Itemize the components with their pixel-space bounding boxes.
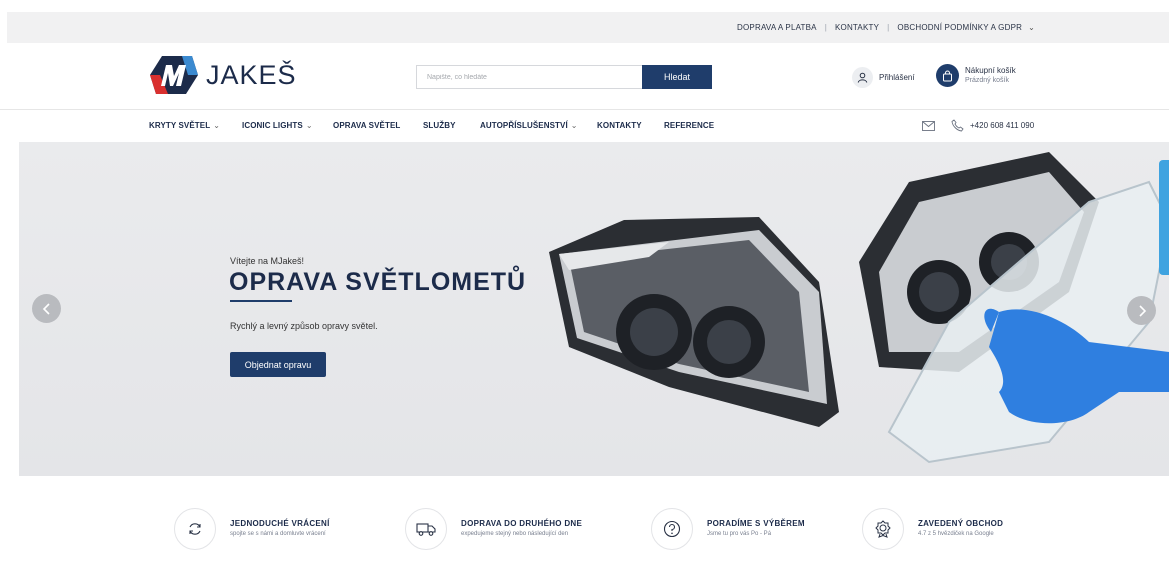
badge-icon	[862, 508, 904, 550]
logo-text: JAKEŠ	[206, 59, 297, 90]
truck-icon	[405, 508, 447, 550]
feature-text: PORADÍME S VÝBĚREM Jsme tu pro vás Po - …	[707, 518, 805, 540]
nav-label: ICONIC LIGHTS	[242, 121, 303, 130]
separator: |	[824, 23, 827, 32]
nav-item-kontakty[interactable]: KONTAKTY	[597, 121, 642, 130]
link-doprava-a-platba[interactable]: DOPRAVA A PLATBA	[737, 23, 817, 32]
nav-item-iconic-lights[interactable]: ICONIC LIGHTS ⌄	[242, 121, 313, 130]
feature-item: PORADÍME S VÝBĚREM Jsme tu pro vás Po - …	[651, 508, 805, 550]
phone-number[interactable]: +420 608 411 090	[970, 121, 1034, 130]
login-link[interactable]: Přihlášení	[852, 67, 915, 88]
feature-text: ZAVEDENÝ OBCHOD 4.7 z 5 hvězdiček na Goo…	[918, 518, 1003, 540]
hero-banner: Vítejte na MJakeš! OPRAVA SVĚTLOMETŮ Ryc…	[19, 142, 1169, 476]
search-bar: Hledat	[416, 65, 712, 89]
nav-label: REFERENCE	[664, 121, 715, 130]
feature-subtitle: expedujeme stejný nebo následující den	[461, 531, 569, 537]
link-obchodni-podminky[interactable]: OBCHODNÍ PODMÍNKY A GDPR	[897, 23, 1022, 32]
chevron-down-icon[interactable]: ⌄	[1028, 23, 1035, 32]
feature-item: DOPRAVA DO DRUHÉHO DNE expedujeme stejný…	[405, 508, 582, 550]
feature-text: JEDNODUCHÉ VRÁCENÍ spojte se s námi a do…	[230, 518, 330, 540]
hero-description: Rychlý a levný způsob opravy světel.	[230, 321, 378, 331]
features-strip: JEDNODUCHÉ VRÁCENÍ spojte se s námi a do…	[0, 500, 1169, 560]
nav-label: AUTOPŘÍSLUŠENSTVÍ	[480, 121, 568, 130]
user-icon	[852, 67, 873, 88]
feature-subtitle: spojte se s námi a domluvte vrácení	[230, 531, 326, 537]
nav-label: KONTAKTY	[597, 121, 642, 130]
cart-link[interactable]: Nákupní košík Prázdný košík	[936, 64, 1016, 87]
logo[interactable]: JAKEŠ	[148, 54, 297, 96]
feature-subtitle: Jsme tu pro vás Po - Pá	[707, 531, 772, 537]
cart-text: Nákupní košík Prázdný košík	[965, 66, 1016, 86]
feature-item: JEDNODUCHÉ VRÁCENÍ spojte se s námi a do…	[174, 508, 330, 550]
login-label: Přihlášení	[879, 73, 915, 82]
chevron-left-icon	[42, 302, 50, 315]
nav-item-oprava-svetel[interactable]: OPRAVA SVĚTEL	[333, 121, 400, 130]
main-nav: KRYTY SVĚTEL ⌄ ICONIC LIGHTS ⌄ OPRAVA SVĚT…	[0, 110, 1169, 142]
feature-title: JEDNODUCHÉ VRÁCENÍ	[230, 519, 330, 528]
search-input[interactable]	[416, 65, 642, 89]
phone-icon	[951, 119, 964, 132]
nav-item-reference[interactable]: REFERENCE	[664, 121, 714, 130]
feature-subtitle: 4.7 z 5 hvězdiček na Google	[918, 531, 994, 537]
chevron-down-icon: ⌄	[570, 121, 578, 130]
cart-status: Prázdný košík	[965, 76, 1009, 84]
slider-next-button[interactable]	[1127, 296, 1156, 325]
cart-title: Nákupní košík	[965, 65, 1016, 75]
order-repair-button[interactable]: Objednat opravu	[230, 352, 326, 377]
nav-item-autoprislusenstvi[interactable]: AUTOPŘÍSLUŠENSTVÍ ⌄	[480, 121, 578, 130]
chevron-right-icon	[1138, 304, 1146, 317]
chevron-down-icon: ⌄	[213, 121, 221, 130]
mail-icon[interactable]	[922, 120, 935, 131]
feature-item: ZAVEDENÝ OBCHOD 4.7 z 5 hvězdiček na Goo…	[862, 508, 1003, 550]
nav-item-kryty-svetel[interactable]: KRYTY SVĚTEL ⌄	[149, 121, 220, 130]
question-icon	[651, 508, 693, 550]
slider-prev-button[interactable]	[32, 294, 61, 323]
separator: |	[887, 23, 890, 32]
hero-title: OPRAVA SVĚTLOMETŮ	[229, 268, 527, 296]
top-links: DOPRAVA A PLATBA | KONTAKTY | OBCHODNÍ P…	[737, 12, 1035, 43]
search-button[interactable]: Hledat	[642, 65, 712, 89]
nav-label: KRYTY SVĚTEL	[149, 121, 211, 130]
feature-title: ZAVEDENÝ OBCHOD	[918, 519, 1004, 528]
feature-text: DOPRAVA DO DRUHÉHO DNE expedujeme stejný…	[461, 518, 582, 540]
nav-contact: +420 608 411 090	[922, 119, 1034, 132]
nav-label: SLUŽBY	[423, 121, 456, 130]
feature-title: DOPRAVA DO DRUHÉHO DNE	[461, 519, 583, 528]
hero-welcome: Vítejte na MJakeš!	[230, 256, 305, 266]
link-kontakty[interactable]: KONTAKTY	[835, 23, 879, 32]
nav-item-sluzby[interactable]: SLUŽBY	[423, 121, 456, 130]
shopping-bag-icon	[936, 64, 959, 87]
hero-title-underline	[230, 300, 292, 302]
top-utility-bar: DOPRAVA A PLATBA | KONTAKTY | OBCHODNÍ P…	[7, 12, 1169, 43]
headlights-image	[549, 152, 1169, 464]
return-icon	[174, 508, 216, 550]
nav-label: OPRAVA SVĚTEL	[333, 121, 401, 130]
logo-mark-icon	[150, 56, 198, 94]
header: JAKEŠ Hledat Přihlášení Nákupní košík Pr…	[0, 43, 1169, 110]
chevron-down-icon: ⌄	[305, 121, 313, 130]
side-feedback-tab[interactable]	[1159, 160, 1169, 275]
feature-title: PORADÍME S VÝBĚREM	[707, 519, 805, 528]
